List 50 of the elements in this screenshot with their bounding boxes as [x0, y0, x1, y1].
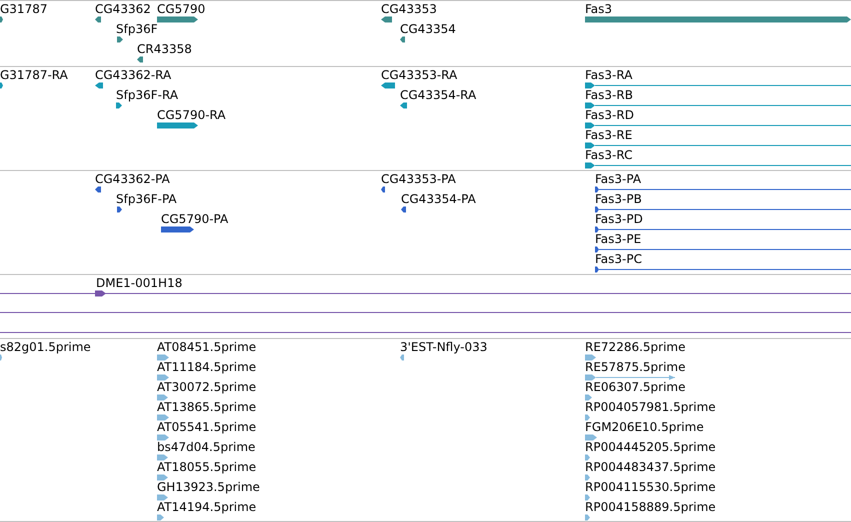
feature-label: bs47d04.5prime [157, 440, 256, 454]
feature-label: CG5790-RA [157, 108, 226, 122]
feature-label: CG43362-PA [95, 172, 170, 186]
feature-label: RP004483437.5prime [585, 460, 716, 474]
feature-label: AT08451.5prime [157, 340, 256, 354]
feature-label: Fas3-PD [595, 212, 643, 226]
feature-label: GH13923.5prime [157, 480, 260, 494]
feature-label: CG43362-RA [95, 68, 172, 82]
feature-label: Fas3-RD [585, 108, 634, 122]
feature-label: RP004115530.5prime [585, 480, 716, 494]
feature-label: CG43354 [400, 22, 456, 36]
feature-label: RE72286.5prime [585, 340, 686, 354]
feature-label: RE06307.5prime [585, 380, 686, 394]
feature-label: G31787-RA [0, 68, 68, 82]
feature-label: 3'EST-Nfly-033 [400, 340, 488, 354]
feature-label: FGM206E10.5prime [585, 420, 704, 434]
feature-label: Fas3-RE [585, 128, 632, 142]
feature-label: Fas3-PC [595, 252, 642, 266]
feature-label: RP004445205.5prime [585, 440, 716, 454]
feature-label: Sfp36F [116, 22, 158, 36]
feature-label: CG43353-PA [381, 172, 456, 186]
feature-label: Fas3-RA [585, 68, 632, 82]
feature-label: AT13865.5prime [157, 400, 256, 414]
feature-label: CG5790-PA [161, 212, 228, 226]
feature-label: AT30072.5prime [157, 380, 256, 394]
feature-label: Fas3-PB [595, 192, 642, 206]
feature-label: CR43358 [137, 42, 192, 56]
feature-label: s82g01.5prime [0, 340, 91, 354]
feature-label: AT11184.5prime [157, 360, 256, 374]
feature-label: DME1-001H18 [96, 276, 182, 290]
feature-label: Fas3 [585, 2, 612, 16]
feature-label: CG43354-PA [401, 192, 476, 206]
feature-label: AT05541.5prime [157, 420, 256, 434]
feature-label: CG43353-RA [381, 68, 458, 82]
feature-label: AT14194.5prime [157, 500, 256, 514]
feature-label: CG5790 [157, 2, 206, 16]
feature-label: CG43362 [95, 2, 151, 16]
feature-label: G31787 [0, 2, 48, 16]
feature-label: Sfp36F-RA [116, 88, 178, 102]
feature-label: CG43353 [381, 2, 437, 16]
feature-label: Fas3-RB [585, 88, 633, 102]
feature-label: Fas3-PA [595, 172, 642, 186]
feature-label: Fas3-RC [585, 148, 632, 162]
feature-label: RP004057981.5prime [585, 400, 716, 414]
feature-label: Sfp36F-PA [116, 192, 177, 206]
feature-label: AT18055.5prime [157, 460, 256, 474]
feature-label: RP004158889.5prime [585, 500, 716, 514]
feature-label: CG43354-RA [400, 88, 476, 102]
feature-label: RE57875.5prime [585, 360, 686, 374]
feature-label: Fas3-PE [595, 232, 642, 246]
